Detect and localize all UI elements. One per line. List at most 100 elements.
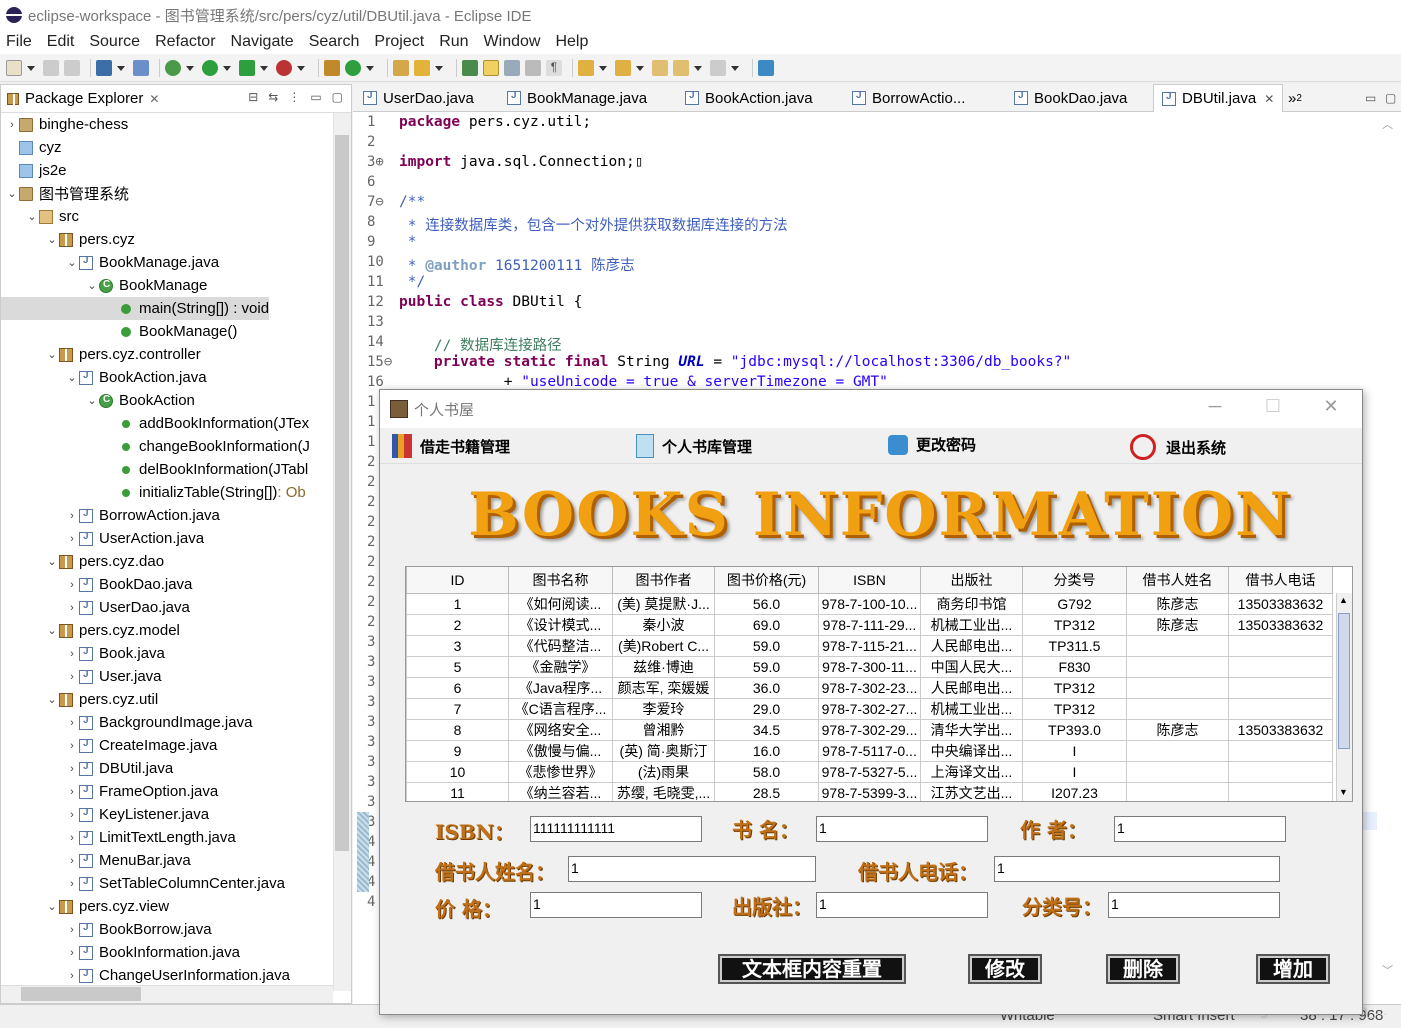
isbn-input[interactable]: 111111111111 [530, 816, 702, 842]
minimize-icon[interactable]: ─ [1200, 396, 1230, 420]
reset-fields-button[interactable]: 文本框内容重置 [718, 954, 906, 984]
tab-dbutil[interactable]: DBUtil.java ✕ [1153, 84, 1284, 112]
back-icon[interactable] [673, 59, 689, 76]
chevron-right-icon[interactable]: › [65, 763, 79, 775]
tree-item[interactable]: ⌄ BookManage [1, 274, 207, 297]
tab-bookdao[interactable]: BookDao.java [1014, 84, 1127, 112]
chevron-down-icon[interactable] [694, 60, 702, 76]
tree-item[interactable]: ⌄ pers.cyz.view [1, 895, 169, 918]
menu-navigate[interactable]: Navigate [231, 33, 294, 51]
modify-button[interactable]: 修改 [968, 954, 1042, 984]
chevron-down-icon[interactable] [186, 60, 194, 76]
tree-item[interactable]: › User.java [1, 665, 161, 688]
table-row[interactable]: 5 《金融学》 兹维·博迪 59.0 978-7-300-11... 中国人民大... F8… [406, 655, 1333, 678]
tree-item[interactable]: › BookBorrow.java [1, 918, 211, 941]
tree-item[interactable]: › BookInformation.java [1, 941, 240, 964]
tree-item[interactable]: › UserAction.java [1, 527, 204, 550]
tree-item[interactable]: › Book.java [1, 642, 165, 665]
tree-item[interactable]: initializTable(String[]) : Ob [1, 481, 306, 504]
tree-item[interactable]: ⌄ src [1, 205, 79, 228]
word-wrap-icon[interactable] [504, 59, 520, 76]
tree-item[interactable]: › LimitTextLength.java [1, 826, 236, 849]
tree-item[interactable]: › DBUtil.java [1, 757, 173, 780]
table-scroll-thumb[interactable] [1338, 613, 1350, 749]
chevron-right-icon[interactable]: › [65, 579, 79, 591]
menu-refactor[interactable]: Refactor [155, 33, 215, 51]
chevron-up-icon[interactable]: ︿ [1382, 116, 1393, 132]
tab-bookaction[interactable]: BookAction.java [685, 84, 813, 112]
tree-item[interactable]: › BookDao.java [1, 573, 192, 596]
chevron-down-icon[interactable] [117, 60, 125, 76]
external-tools-icon[interactable] [276, 59, 292, 76]
column-header[interactable]: ID [406, 567, 509, 594]
price-input[interactable]: 1 [530, 892, 702, 918]
tree-item[interactable]: ⌄ pers.cyz.util [1, 688, 158, 711]
tree-item[interactable]: ⌄ pers.cyz.model [1, 619, 179, 642]
block-selection-icon[interactable] [525, 59, 541, 76]
author-input[interactable]: 1 [1114, 816, 1286, 842]
tree-item[interactable]: ⌄ pers.cyz.dao [1, 550, 164, 573]
maximize-icon[interactable]: ▢ [1385, 84, 1396, 112]
show-whitespace-icon[interactable]: ¶ [546, 59, 562, 76]
column-header[interactable]: 图书作者 [612, 567, 715, 594]
chevron-right-icon[interactable]: › [65, 970, 79, 982]
tree-item[interactable]: › binghe-chess [1, 113, 128, 136]
menu-window[interactable]: Window [484, 33, 541, 51]
chevron-down-icon[interactable] [297, 60, 305, 76]
table-row[interactable]: 8 《网络安全... 曾湘黔 34.5 978-7-302-29... 清华大学出... T… [406, 718, 1333, 741]
chevron-down-icon[interactable] [636, 60, 644, 76]
chevron-right-icon[interactable]: › [65, 671, 79, 683]
chevron-down-icon[interactable] [223, 60, 231, 76]
terminal-icon[interactable] [96, 59, 112, 76]
table-row[interactable]: 9 《傲慢与偏... (英) 简·奥斯汀 16.0 978-7-5117-0... 中央编… [406, 739, 1333, 762]
menu-project[interactable]: Project [374, 33, 424, 51]
save-all-icon[interactable] [64, 59, 80, 76]
view-menu-icon[interactable]: ⋮ [288, 90, 300, 104]
menu-edit[interactable]: Edit [47, 33, 75, 51]
new-icon[interactable] [6, 59, 22, 76]
code-line[interactable]: * @author 1651200111 陈彦志 [399, 254, 635, 275]
debug-icon[interactable] [165, 59, 181, 76]
editor-vertical-scrollbar[interactable]: ︿ ﹀ [1378, 112, 1398, 982]
code-line[interactable]: + "useUnicode = true & serverTimezone = … [399, 374, 888, 390]
chevron-down-icon[interactable]: ▼ [1339, 787, 1348, 797]
chevron-right-icon[interactable]: › [65, 832, 79, 844]
tree-item[interactable]: › SetTableColumnCenter.java [1, 872, 285, 895]
tab-overflow[interactable]: » 2 [1288, 84, 1302, 112]
code-line[interactable]: import java.sql.Connection;▯ [399, 154, 643, 170]
column-header[interactable]: 借书人姓名 [1126, 567, 1229, 594]
chevron-right-icon[interactable]: › [65, 533, 79, 545]
menu-change-password[interactable]: 更改密码 [888, 434, 976, 455]
tree-item[interactable]: › KeyListener.java [1, 803, 209, 826]
column-header[interactable]: 出版社 [920, 567, 1023, 594]
chevron-down-icon[interactable]: ⌄ [5, 187, 19, 200]
tree-item[interactable]: › CreateImage.java [1, 734, 217, 757]
last-edit-icon[interactable] [652, 59, 668, 76]
run-icon[interactable] [202, 59, 218, 76]
chevron-right-icon[interactable]: › [65, 924, 79, 936]
tree-item[interactable]: changeBookInformation(J [1, 435, 310, 458]
column-header[interactable]: 图书价格(元) [714, 567, 819, 594]
table-row[interactable]: 3 《代码整洁... (美)Robert C... 59.0 978-7-115-21.… [406, 634, 1333, 657]
close-icon[interactable]: ✕ [1264, 92, 1274, 106]
column-header[interactable]: 图书名称 [508, 567, 613, 594]
forward-icon[interactable] [710, 59, 726, 76]
chevron-down-icon[interactable] [435, 60, 443, 76]
chevron-right-icon[interactable]: › [65, 947, 79, 959]
class-number-input[interactable]: 1 [1108, 892, 1280, 918]
chevron-right-icon[interactable]: › [65, 786, 79, 798]
chevron-right-icon[interactable]: › [65, 717, 79, 729]
chevron-down-icon[interactable]: ⌄ [85, 279, 99, 292]
mark-occurrences-icon[interactable] [483, 59, 499, 76]
open-task-icon[interactable] [414, 59, 430, 76]
tree-item[interactable]: BookManage() [1, 320, 237, 343]
menu-personal-library[interactable]: 个人书库管理 [636, 434, 752, 458]
package-explorer-scroll-thumb[interactable] [335, 135, 349, 851]
chevron-down-icon[interactable]: ⌄ [45, 624, 59, 637]
new-java-class-icon[interactable] [345, 59, 361, 76]
menu-file[interactable]: File [6, 33, 32, 51]
tree-item[interactable]: main(String[]) : void [1, 297, 270, 320]
table-row[interactable]: 6 《Java程序... 颜志军, 栾媛媛 36.0 978-7-302-23... 人民… [406, 676, 1333, 699]
chevron-up-icon[interactable]: ▲ [1339, 595, 1348, 605]
minimize-icon[interactable]: ▭ [310, 90, 321, 104]
